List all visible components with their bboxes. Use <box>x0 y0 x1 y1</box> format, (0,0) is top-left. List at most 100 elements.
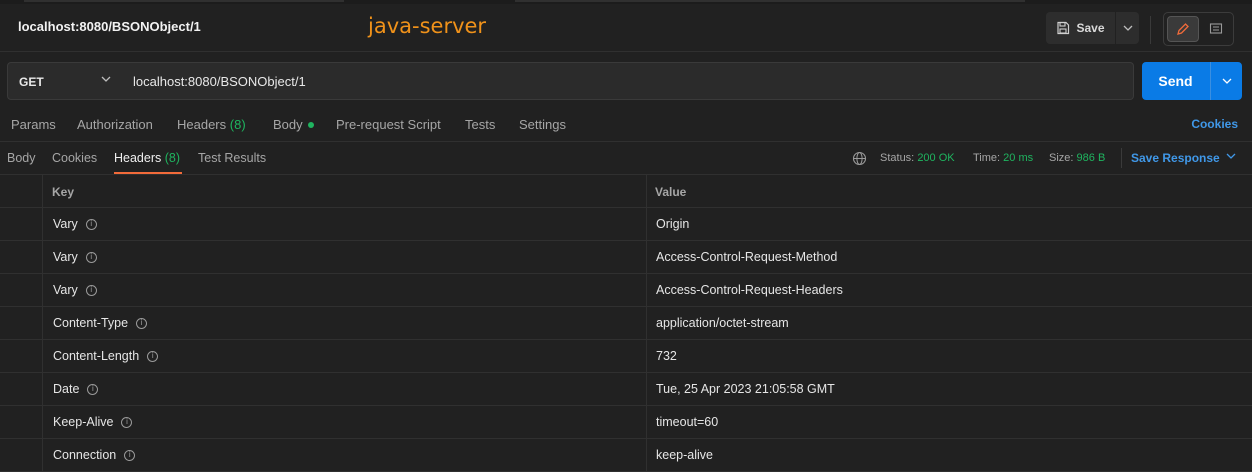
tab-indicator <box>515 0 1025 2</box>
save-button[interactable]: Save <box>1046 12 1115 44</box>
header-value: application/octet-stream <box>656 316 789 330</box>
tab-body-label: Body <box>273 117 303 132</box>
table-gutter <box>0 406 43 438</box>
tab-headers[interactable]: Headers (8) <box>177 117 246 132</box>
header-value-cell: application/octet-stream <box>647 307 1252 339</box>
time-readout: Time: 20 ms <box>973 152 1033 164</box>
tab-authorization[interactable]: Authorization <box>77 117 153 132</box>
status-readout: Status: 200 OK <box>880 152 955 164</box>
status-label: Status: <box>880 152 915 164</box>
tab-indicator <box>24 0 344 2</box>
response-bar: Body Cookies Headers (8) Test Results St… <box>0 142 1252 175</box>
table-row: Vary i Access-Control-Request-Headers <box>0 274 1252 307</box>
header-key-cell: Keep-Alive i <box>43 406 647 438</box>
header-key: Date i <box>53 382 99 396</box>
info-icon[interactable]: i <box>85 284 97 296</box>
table-row: Vary i Access-Control-Request-Method <box>0 241 1252 274</box>
tab-body[interactable]: Body <box>273 117 314 132</box>
header-key-cell: Vary i <box>43 241 647 273</box>
globe-icon[interactable] <box>852 151 867 166</box>
response-tab-body[interactable]: Body <box>7 151 36 165</box>
header-key: Keep-Alive i <box>53 415 133 429</box>
modified-dot <box>307 122 314 128</box>
documentation-mode-button[interactable] <box>1200 16 1232 42</box>
pencil-icon <box>1177 23 1189 35</box>
active-tab-underline <box>114 172 182 174</box>
send-button[interactable]: Send <box>1142 62 1209 100</box>
header-key-text: Keep-Alive <box>53 415 114 429</box>
tab-pre-request-script[interactable]: Pre-request Script <box>336 117 441 132</box>
tab-params[interactable]: Params <box>11 117 56 132</box>
header-value-cell: Access-Control-Request-Method <box>647 241 1252 273</box>
value-header-label: Value <box>655 185 687 199</box>
save-options-button[interactable] <box>1116 12 1139 44</box>
tab-settings[interactable]: Settings <box>519 117 566 132</box>
table-row: Content-Type i application/octet-stream <box>0 307 1252 340</box>
header-value: Access-Control-Request-Headers <box>656 283 843 297</box>
chevron-down-icon[interactable] <box>1226 153 1236 159</box>
table-row: Vary i Origin <box>0 208 1252 241</box>
request-header: localhost:8080/BSONObject/1 java-server … <box>0 4 1252 52</box>
save-button-group: Save <box>1046 12 1139 44</box>
size-value: 986 B <box>1076 152 1106 164</box>
headers-count: (8) <box>229 117 246 132</box>
save-response-button[interactable]: Save Response <box>1131 151 1220 165</box>
header-key-text: Vary <box>53 217 78 231</box>
header-value-cell: timeout=60 <box>647 406 1252 438</box>
header-key-text: Content-Type <box>53 316 129 330</box>
chevron-down-icon <box>1222 78 1231 84</box>
chevron-down-icon <box>101 76 111 82</box>
info-icon[interactable]: i <box>85 251 97 263</box>
info-icon[interactable]: i <box>85 218 97 230</box>
info-icon[interactable]: i <box>87 383 99 395</box>
comment-icon <box>1209 23 1223 34</box>
header-key: Content-Type i <box>53 316 148 330</box>
cookies-link[interactable]: Cookies <box>1191 117 1238 131</box>
table-gutter <box>0 175 43 207</box>
response-tab-headers-label: Headers <box>114 151 162 165</box>
header-value: Tue, 25 Apr 2023 21:05:58 GMT <box>656 382 835 396</box>
table-gutter <box>0 208 43 240</box>
size-label: Size: <box>1049 152 1074 164</box>
method-select[interactable]: GET <box>7 62 123 100</box>
response-headers-count: (8) <box>164 151 181 165</box>
tab-tests[interactable]: Tests <box>465 117 495 132</box>
table-gutter <box>0 439 43 471</box>
tab-headers-label: Headers <box>177 117 227 132</box>
table-header-row: Key Value <box>0 175 1252 208</box>
header-key-cell: Content-Length i <box>43 340 647 372</box>
send-options-button[interactable] <box>1211 62 1242 100</box>
url-input[interactable]: localhost:8080/BSONObject/1 <box>122 62 1134 100</box>
header-value: 732 <box>656 349 677 363</box>
info-icon[interactable]: i <box>136 317 148 329</box>
header-key-text: Vary <box>53 250 78 264</box>
url-value: localhost:8080/BSONObject/1 <box>133 74 306 89</box>
table-row: Connection i keep-alive <box>0 439 1252 472</box>
response-tab-cookies[interactable]: Cookies <box>52 151 97 165</box>
save-label: Save <box>1076 21 1105 35</box>
size-readout: Size: 986 B <box>1049 152 1105 164</box>
key-header-label: Key <box>52 185 75 199</box>
method-label: GET <box>19 75 44 89</box>
edit-mode-button[interactable] <box>1167 16 1199 42</box>
header-key-text: Date <box>53 382 80 396</box>
header-key: Vary i <box>53 283 97 297</box>
header-key-text: Content-Length <box>53 349 140 363</box>
response-tab-test-results[interactable]: Test Results <box>198 151 266 165</box>
table-row: Content-Length i 732 <box>0 340 1252 373</box>
header-key-cell: Vary i <box>43 208 647 240</box>
header-value: Origin <box>656 217 690 231</box>
info-icon[interactable]: i <box>124 449 136 461</box>
info-icon[interactable]: i <box>121 416 133 428</box>
response-tab-headers[interactable]: Headers (8) <box>114 151 180 165</box>
time-value: 20 ms <box>1003 152 1034 164</box>
header-value-cell: keep-alive <box>647 439 1252 471</box>
header-value: timeout=60 <box>656 415 719 429</box>
request-tabs: Params Authorization Headers (8) Body Pr… <box>0 108 1252 142</box>
header-key: Vary i <box>53 217 97 231</box>
response-headers-table: Key Value Vary i Origin Vary i Access-Control… <box>0 175 1252 472</box>
header-key: Content-Length i <box>53 349 159 363</box>
request-title[interactable]: localhost:8080/BSONObject/1 <box>18 19 201 34</box>
header-key-cell: Date i <box>43 373 647 405</box>
info-icon[interactable]: i <box>147 350 159 362</box>
